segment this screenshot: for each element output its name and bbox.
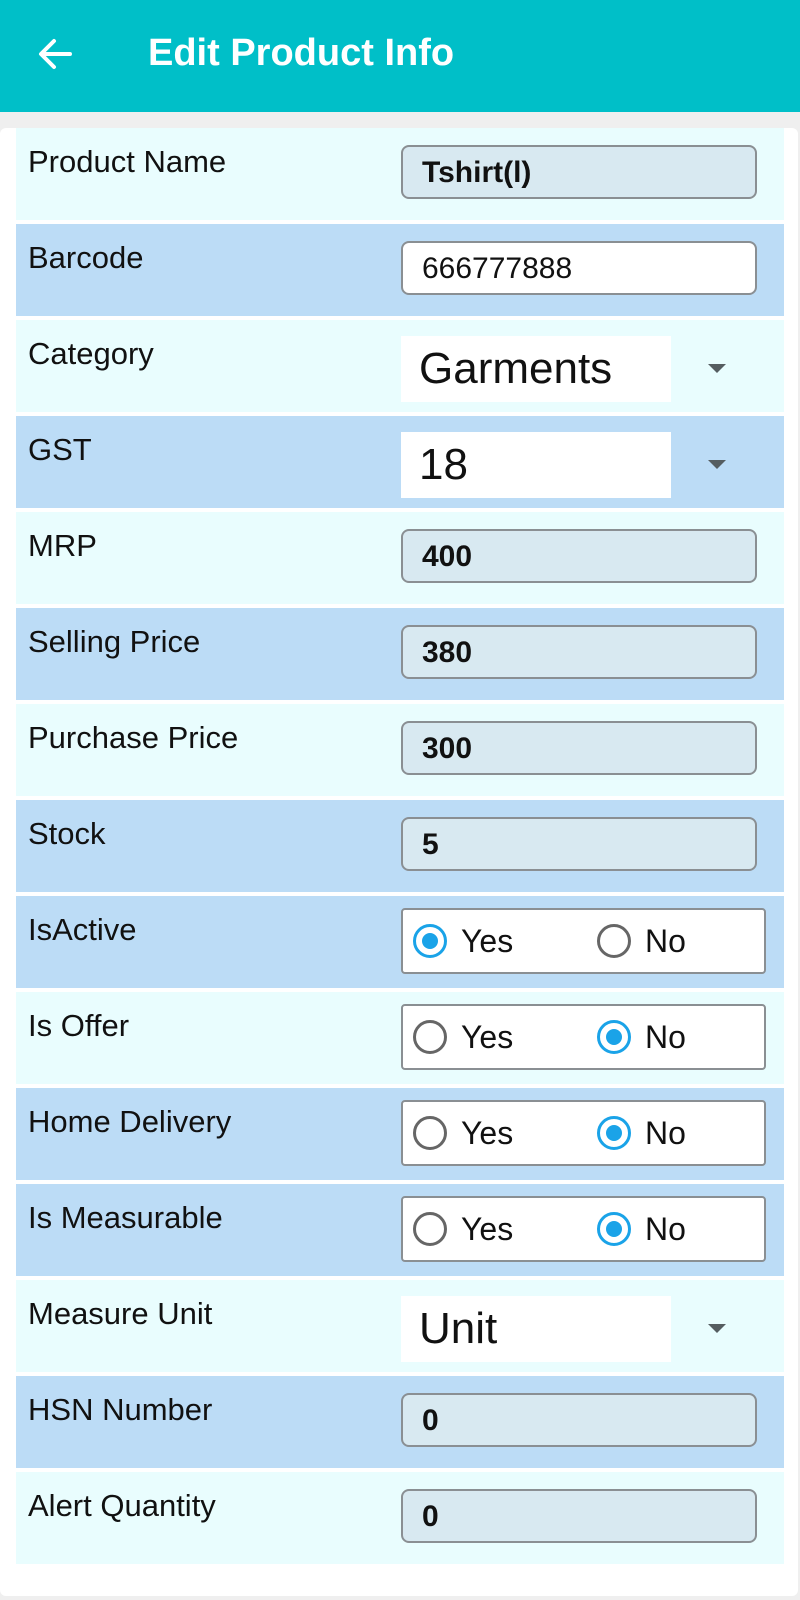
selling-price-field[interactable]: 380 xyxy=(401,625,757,679)
is-offer-no-option[interactable]: No xyxy=(597,1006,686,1068)
radio-checked-icon[interactable] xyxy=(413,924,447,958)
row-home-delivery: Home Delivery Yes No xyxy=(16,1088,784,1180)
row-barcode: Barcode 666777888 xyxy=(16,224,784,316)
yes-label: Yes xyxy=(461,1210,514,1247)
row-gst: GST 18 xyxy=(16,416,784,508)
row-is-active: IsActive Yes No xyxy=(16,896,784,988)
arrow-left-icon xyxy=(39,39,72,69)
is-measurable-no-option[interactable]: No xyxy=(597,1198,686,1260)
gst-label: GST xyxy=(28,432,92,467)
is-active-yes-option[interactable]: Yes xyxy=(413,910,513,972)
stock-label: Stock xyxy=(28,816,106,851)
row-selling-price: Selling Price 380 xyxy=(16,608,784,700)
yes-label: Yes xyxy=(461,1018,514,1055)
row-measure-unit: Measure Unit Unit xyxy=(16,1280,784,1372)
home-delivery-no-option[interactable]: No xyxy=(597,1102,686,1164)
alert-quantity-field[interactable]: 0 xyxy=(401,1489,757,1543)
radio-unchecked-icon[interactable] xyxy=(413,1020,447,1054)
radio-checked-icon[interactable] xyxy=(597,1020,631,1054)
no-label: No xyxy=(645,1114,686,1151)
barcode-label: Barcode xyxy=(28,240,144,275)
dropdown-arrow-icon[interactable] xyxy=(708,364,726,373)
dropdown-arrow-icon[interactable] xyxy=(708,1324,726,1333)
dropdown-arrow-icon[interactable] xyxy=(708,460,726,469)
radio-unchecked-icon[interactable] xyxy=(413,1116,447,1150)
hsn-number-field[interactable]: 0 xyxy=(401,1393,757,1447)
radio-unchecked-icon[interactable] xyxy=(597,924,631,958)
is-measurable-yes-option[interactable]: Yes xyxy=(413,1198,513,1260)
stock-field[interactable]: 5 xyxy=(401,817,757,871)
purchase-price-field[interactable]: 300 xyxy=(401,721,757,775)
row-stock: Stock 5 xyxy=(16,800,784,892)
row-mrp: MRP 400 xyxy=(16,512,784,604)
home-delivery-yes-option[interactable]: Yes xyxy=(413,1102,513,1164)
radio-unchecked-icon[interactable] xyxy=(413,1212,447,1246)
product-name-label: Product Name xyxy=(28,144,227,179)
row-product-name: Product Name Tshirt(l) xyxy=(16,128,784,220)
no-label: No xyxy=(645,922,686,959)
category-select[interactable]: Garments xyxy=(401,336,671,402)
measure-unit-label: Measure Unit xyxy=(28,1296,213,1331)
is-active-no-option[interactable]: No xyxy=(597,910,686,972)
is-offer-yes-option[interactable]: Yes xyxy=(413,1006,513,1068)
row-hsn-number: HSN Number 0 xyxy=(16,1376,784,1468)
mrp-field[interactable]: 400 xyxy=(401,529,757,583)
is-measurable-label: Is Measurable xyxy=(28,1200,223,1235)
product-name-field[interactable]: Tshirt(l) xyxy=(401,145,757,199)
gst-select[interactable]: 18 xyxy=(401,432,671,498)
is-active-label: IsActive xyxy=(28,912,137,947)
row-alert-quantity: Alert Quantity 0 xyxy=(16,1472,784,1564)
radio-checked-icon[interactable] xyxy=(597,1212,631,1246)
back-button[interactable] xyxy=(36,34,76,74)
alert-quantity-label: Alert Quantity xyxy=(28,1488,216,1523)
category-label: Category xyxy=(28,336,154,371)
row-purchase-price: Purchase Price 300 xyxy=(16,704,784,796)
is-offer-label: Is Offer xyxy=(28,1008,130,1043)
radio-checked-icon[interactable] xyxy=(597,1116,631,1150)
barcode-field[interactable]: 666777888 xyxy=(401,241,757,295)
yes-label: Yes xyxy=(461,922,514,959)
is-measurable-radio-group: Yes No xyxy=(401,1196,766,1262)
no-label: No xyxy=(645,1210,686,1247)
mrp-label: MRP xyxy=(28,528,97,563)
hsn-number-label: HSN Number xyxy=(28,1392,213,1427)
row-category: Category Garments xyxy=(16,320,784,412)
purchase-price-label: Purchase Price xyxy=(28,720,239,755)
is-active-radio-group: Yes No xyxy=(401,908,766,974)
home-delivery-label: Home Delivery xyxy=(28,1104,232,1139)
measure-unit-select[interactable]: Unit xyxy=(401,1296,671,1362)
app-bar: Edit Product Info xyxy=(0,0,800,112)
page-title: Edit Product Info xyxy=(148,32,455,74)
no-label: No xyxy=(645,1018,686,1055)
home-delivery-radio-group: Yes No xyxy=(401,1100,766,1166)
row-is-measurable: Is Measurable Yes No xyxy=(16,1184,784,1276)
product-form: Product Name Tshirt(l) Barcode 666777888… xyxy=(0,128,798,1596)
selling-price-label: Selling Price xyxy=(28,624,201,659)
is-offer-radio-group: Yes No xyxy=(401,1004,766,1070)
row-is-offer: Is Offer Yes No xyxy=(16,992,784,1084)
yes-label: Yes xyxy=(461,1114,514,1151)
